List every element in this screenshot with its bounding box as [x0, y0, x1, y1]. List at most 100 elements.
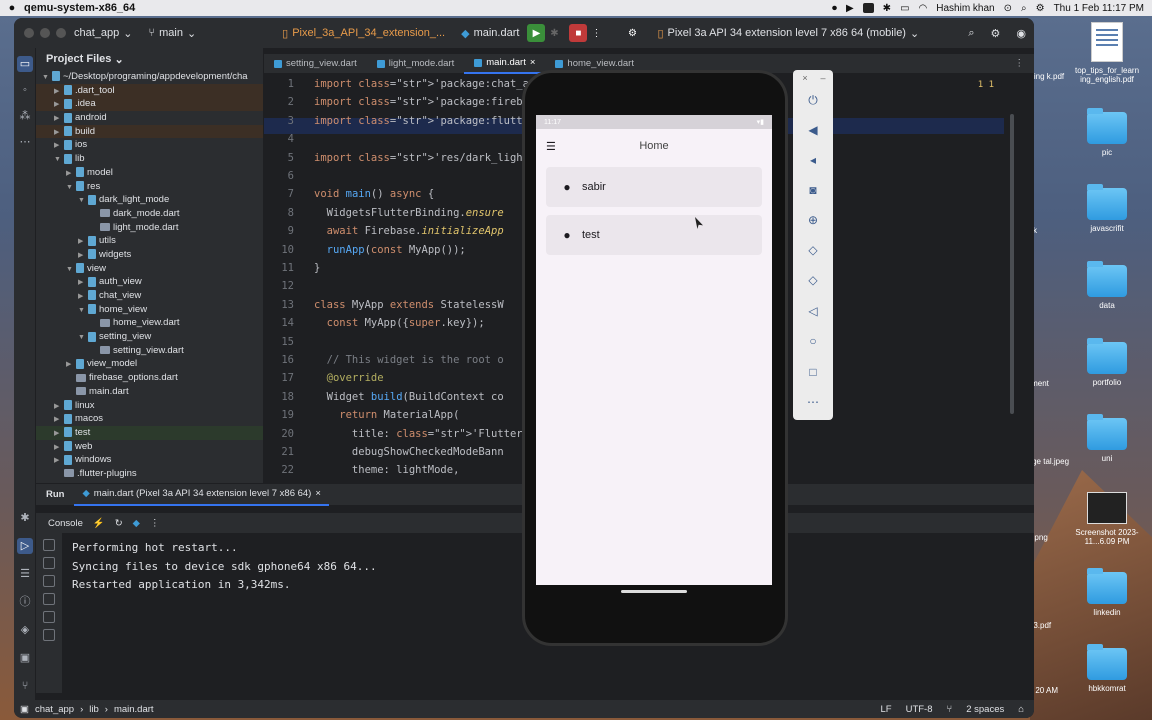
breadcrumb-lib[interactable]: lib [89, 704, 99, 715]
active-app-name[interactable]: qemu-system-x86_64 [24, 2, 135, 14]
keyboard-a-icon[interactable] [862, 3, 874, 13]
run-config-selector[interactable]: ◆ main.dart [453, 27, 527, 40]
scroll-up-icon[interactable] [43, 539, 55, 551]
branch-selector[interactable]: ⑂ main ⌄ [140, 27, 204, 40]
settings-icon[interactable]: ⚙ [983, 27, 1009, 40]
chevron-right-icon[interactable]: ▶ [54, 126, 64, 140]
overview-icon[interactable]: □ [805, 364, 821, 380]
chevron-right-icon[interactable]: ▶ [78, 235, 88, 249]
tree-item[interactable]: ▶ .idea [36, 97, 263, 112]
chevron-right-icon[interactable]: ▶ [54, 400, 64, 414]
close-icon[interactable]: × [530, 57, 536, 68]
run-button[interactable]: ▶ [527, 24, 546, 42]
trash-icon[interactable] [43, 629, 55, 641]
chevron-right-icon[interactable]: ▶ [78, 290, 88, 304]
account-icon[interactable]: ◉ [1008, 27, 1034, 40]
dart-analysis-icon[interactable]: ◈ [17, 622, 33, 638]
tree-item[interactable]: ▶ linux [36, 399, 263, 413]
scroll-down-icon[interactable] [43, 557, 55, 569]
line-separator[interactable]: LF [881, 704, 892, 715]
target-device[interactable]: ▯ Pixel 3a API 34 extension level 7 x86 6… [649, 27, 927, 40]
chevron-right-icon[interactable]: ▶ [54, 441, 64, 455]
inspection-widget[interactable]: 1 1 [978, 80, 994, 90]
chevron-right-icon[interactable]: ▶ [78, 249, 88, 263]
chevron-right-icon[interactable]: ▶ [54, 139, 64, 153]
chevron-down-icon[interactable]: ▼ [78, 304, 88, 318]
tree-item[interactable]: ▶ auth_view [36, 275, 263, 289]
chevron-right-icon[interactable]: ▶ [78, 276, 88, 290]
hot-reload-icon[interactable]: ⚡ [93, 518, 105, 529]
wifi-icon[interactable]: ◠ [919, 3, 928, 14]
indent-setting[interactable]: 2 spaces [966, 704, 1004, 715]
close-window-button[interactable] [24, 28, 34, 38]
scroll-to-end-icon[interactable] [43, 593, 55, 605]
tree-item[interactable]: ▶ chat_view [36, 289, 263, 303]
git-icon[interactable]: ⑂ [947, 704, 953, 715]
clock[interactable]: Thu 1 Feb 11:17 PM [1054, 3, 1144, 14]
lock-icon[interactable]: ⌂ [1018, 704, 1024, 715]
run-tool-icon[interactable]: ▷ [17, 538, 33, 554]
power-icon[interactable]: ⏻ [805, 92, 821, 108]
tree-item[interactable]: ▶ windows [36, 453, 263, 467]
user-name[interactable]: Hashim khan [936, 3, 994, 14]
tree-item[interactable]: setting_view.dart [36, 344, 263, 358]
tree-item[interactable]: ▶ build [36, 124, 263, 140]
tree-item[interactable]: ▶ .dart_tool [36, 83, 263, 98]
soft-wrap-icon[interactable] [43, 575, 55, 587]
tab-setting-view[interactable]: setting_view.dart [264, 54, 367, 74]
run-panel-title[interactable]: Run [36, 489, 74, 500]
tree-item[interactable]: ▼ res [36, 180, 263, 194]
tree-item[interactable]: ▼ setting_view [36, 330, 263, 344]
tab-main[interactable]: main.dart × [464, 54, 546, 74]
debug-icon[interactable]: ✱ [545, 24, 563, 42]
rotate-right-icon[interactable]: ◇ [805, 272, 821, 288]
apple-menu-icon[interactable]: ● [0, 2, 24, 14]
project-selector[interactable]: chat_app ⌄ [66, 27, 140, 40]
logcat-tool-icon[interactable]: ☰ [17, 566, 33, 582]
print-icon[interactable] [43, 611, 55, 623]
tree-item[interactable]: ▶ utils [36, 234, 263, 248]
console-tab[interactable]: Console [48, 518, 83, 529]
close-icon[interactable]: × [315, 488, 321, 499]
tree-item[interactable]: ▶ ios [36, 138, 263, 152]
device-manager-icon[interactable]: ⚙ [623, 24, 641, 42]
back-icon[interactable]: ◁ [805, 303, 821, 319]
chevron-right-icon[interactable]: ▶ [66, 167, 76, 181]
chevron-down-icon[interactable]: ▼ [42, 71, 52, 85]
more-icon[interactable]: ⋮ [150, 518, 160, 529]
zoom-window-button[interactable] [56, 28, 66, 38]
chevron-right-icon[interactable]: ▶ [54, 413, 64, 427]
tree-item[interactable]: firebase_options.dart [36, 371, 263, 385]
desktop-icon-folder[interactable]: uni [1072, 414, 1142, 463]
chevron-right-icon[interactable]: ▶ [54, 454, 64, 468]
flutter-inspector-icon[interactable]: ◆ [133, 518, 140, 529]
tree-item[interactable]: ▶ macos [36, 412, 263, 426]
rotate-left-icon[interactable]: ◇ [805, 242, 821, 258]
editor-scrollbar[interactable] [1010, 114, 1014, 414]
zoom-icon[interactable]: ⊕ [805, 212, 821, 228]
run-tab[interactable]: ◆ main.dart (Pixel 3a API 34 extension le… [74, 484, 329, 506]
tree-item[interactable]: ▼ ~/Desktop/programing/appdevelopment/cha [36, 70, 263, 84]
commit-tool-icon[interactable]: ◦ [17, 82, 33, 98]
play-icon[interactable]: ▶ [846, 3, 854, 14]
desktop-icon-folder[interactable]: linkedin [1072, 568, 1142, 617]
close-icon[interactable]: × [797, 70, 813, 86]
file-encoding[interactable]: UTF-8 [906, 704, 933, 715]
home-icon[interactable]: ○ [805, 333, 821, 349]
desktop-icon-folder[interactable]: javascrifit [1072, 184, 1142, 233]
desktop-icon-folder[interactable]: portfolio [1072, 338, 1142, 387]
structure-tool-icon[interactable]: ⁂ [17, 108, 33, 124]
debug-tool-icon[interactable]: ✱ [17, 510, 33, 526]
tree-item[interactable]: ▼ home_view [36, 303, 263, 317]
volume-up-icon[interactable]: ◀ [805, 122, 821, 138]
minimize-icon[interactable]: – [815, 70, 831, 86]
gesture-nav-bar[interactable] [621, 590, 687, 593]
user-list-item[interactable]: ● test [546, 215, 762, 255]
chevron-right-icon[interactable]: ▶ [54, 427, 64, 441]
emulator-screen[interactable]: 11:17 ▾▮ ☰ Home ● sabir ● test [536, 115, 772, 585]
camera-icon[interactable]: ◙ [805, 182, 821, 198]
hot-restart-icon[interactable]: ↻ [115, 518, 123, 529]
menu-icon[interactable]: ☰ [546, 140, 558, 153]
desktop-icon-folder[interactable]: data [1072, 261, 1142, 310]
volume-down-icon[interactable]: ◂ [805, 152, 821, 168]
